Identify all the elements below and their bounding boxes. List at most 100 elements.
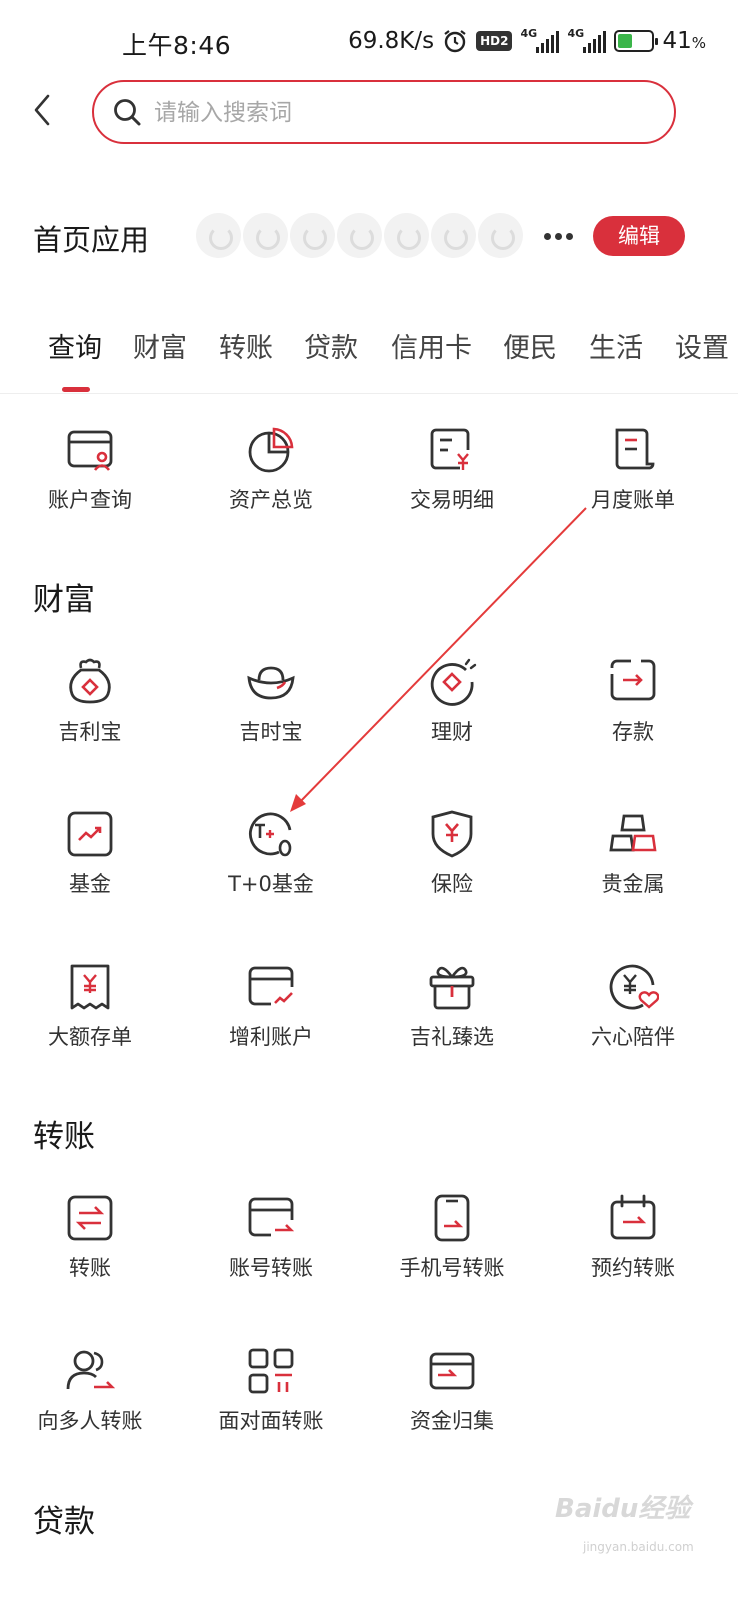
status-time: 上午8:46 <box>122 31 232 60</box>
grid-item-fund-collection[interactable]: 资金归集 <box>362 1345 542 1465</box>
transaction-detail-icon <box>430 428 470 470</box>
grid-item-profit-account[interactable]: 增利账户 <box>181 961 361 1081</box>
money-bag-icon <box>69 658 111 704</box>
battery-icon <box>614 30 659 52</box>
fund-collection-icon <box>429 1352 475 1390</box>
grid-item-multi-transfer[interactable]: 向多人转账 <box>0 1345 180 1465</box>
grid-item-account-query[interactable]: 账户查询 <box>0 424 180 544</box>
grid-item-cunkuan[interactable]: 存款 <box>543 656 723 776</box>
account-transfer-icon <box>248 1197 295 1237</box>
grid-item-label: 账户查询 <box>48 488 132 512</box>
gold-ingot-icon <box>247 666 295 700</box>
grid-item-label: 向多人转账 <box>37 1409 143 1433</box>
grid-item-label: 保险 <box>431 872 473 896</box>
grid-item-asset-overview[interactable]: 资产总览 <box>181 424 361 544</box>
watermark-url: jingyan.baidu.com <box>583 1540 694 1554</box>
fund-icon <box>67 811 113 857</box>
heart-yuan-icon <box>609 964 659 1010</box>
large-deposit-icon <box>70 964 110 1010</box>
home-app-slots <box>196 213 523 258</box>
grid-item-label: 基金 <box>69 872 111 896</box>
grid-item-label: 六心陪伴 <box>591 1025 675 1049</box>
section-title-wealth: 财富 <box>33 582 95 618</box>
watermark-logo: Baidu经验 <box>555 1494 691 1524</box>
account-query-icon <box>67 430 113 471</box>
grid-item-label: 手机号转账 <box>399 1256 505 1280</box>
grid-item-label: 资金归集 <box>410 1409 494 1433</box>
grid-item-label: 转账 <box>69 1256 111 1280</box>
transfer-icon <box>67 1195 113 1241</box>
monthly-bill-icon <box>615 428 655 470</box>
multi-transfer-icon <box>66 1350 116 1390</box>
section-title-transfer: 转账 <box>33 1119 95 1155</box>
gift-icon <box>429 966 475 1010</box>
grid-item-label: 吉利宝 <box>58 720 122 744</box>
precious-metal-icon <box>609 814 657 852</box>
grid-item-scheduled-transfer[interactable]: 预约转账 <box>543 1192 723 1312</box>
insurance-shield-icon <box>431 810 473 858</box>
more-dots-icon[interactable] <box>542 220 574 252</box>
grid-item-label: 吉礼臻选 <box>410 1025 494 1049</box>
grid-item-gift-select[interactable]: 吉礼臻选 <box>362 961 542 1081</box>
grid-item-label: 月度账单 <box>591 488 675 512</box>
scheduled-transfer-icon <box>610 1194 656 1240</box>
hd-voice-badge: HD2 <box>476 31 513 51</box>
grid-item-label: 大额存单 <box>48 1025 132 1049</box>
search-bar[interactable] <box>92 80 676 144</box>
tab-life[interactable]: 生活 <box>589 326 643 365</box>
t0-fund-icon <box>248 812 292 857</box>
signal-strength-icon: 4G <box>520 27 560 53</box>
tab-convenience[interactable]: 便民 <box>503 326 557 365</box>
grid-item-face-to-face-transfer[interactable]: 面对面转账 <box>181 1345 361 1465</box>
grid-item-licai[interactable]: 理财 <box>362 656 542 776</box>
grid-item-label: 贵金属 <box>601 872 665 896</box>
battery-percent: 41% <box>662 28 706 54</box>
grid-item-phone-transfer[interactable]: 手机号转账 <box>362 1192 542 1312</box>
alarm-clock-icon <box>444 30 466 53</box>
grid-item-fund[interactable]: 基金 <box>0 808 180 928</box>
grid-item-transaction-detail[interactable]: 交易明细 <box>362 424 542 544</box>
grid-item-insurance[interactable]: 保险 <box>362 808 542 928</box>
home-app-placeholder <box>337 213 382 258</box>
home-app-placeholder <box>478 213 523 258</box>
home-app-placeholder <box>384 213 429 258</box>
status-bar: 上午8:46 69.8K/s HD2 4G 4G 41% <box>0 0 738 84</box>
grid-item-label: 吉时宝 <box>239 720 303 744</box>
grid-item-label: 资产总览 <box>229 488 313 512</box>
back-arrow-icon[interactable] <box>28 92 62 128</box>
grid-item-label: 增利账户 <box>229 1025 313 1049</box>
grid-item-transfer[interactable]: 转账 <box>0 1192 180 1312</box>
grid-item-large-deposit[interactable]: 大额存单 <box>0 961 180 1081</box>
finance-icon <box>430 658 477 706</box>
grid-item-heart-companion[interactable]: 六心陪伴 <box>543 961 723 1081</box>
search-input[interactable] <box>154 96 654 130</box>
grid-item-monthly-bill[interactable]: 月度账单 <box>543 424 723 544</box>
grid-item-account-transfer[interactable]: 账号转账 <box>181 1192 361 1312</box>
edit-button[interactable]: 编辑 <box>593 216 685 256</box>
home-app-placeholder <box>431 213 476 258</box>
qr-transfer-icon <box>248 1348 294 1394</box>
status-icons: 69.8K/s HD2 4G 4G 41% <box>348 26 706 56</box>
network-speed: 69.8K/s <box>348 28 435 54</box>
active-tab-indicator <box>62 387 90 392</box>
grid-item-jishibao[interactable]: 吉时宝 <box>181 656 361 776</box>
grid-item-label: 交易明细 <box>410 488 494 512</box>
home-app-placeholder <box>243 213 288 258</box>
tab-loan[interactable]: 贷款 <box>304 326 358 365</box>
tab-query[interactable]: 查询 <box>48 326 102 365</box>
search-icon <box>114 99 141 126</box>
phone-transfer-icon <box>434 1194 470 1242</box>
tab-settings[interactable]: 设置 <box>675 326 729 365</box>
grid-item-jilibao[interactable]: 吉利宝 <box>0 656 180 776</box>
tab-wealth[interactable]: 财富 <box>133 326 187 365</box>
grid-item-precious-metal[interactable]: 贵金属 <box>543 808 723 928</box>
grid-item-label: 预约转账 <box>591 1256 675 1280</box>
home-app-placeholder <box>196 213 241 258</box>
home-app-placeholder <box>290 213 335 258</box>
signal-strength-icon: 4G <box>567 27 607 53</box>
tab-transfer[interactable]: 转账 <box>219 326 273 365</box>
category-tabs: 查询 财富 转账 贷款 信用卡 便民 生活 设置 <box>0 310 738 394</box>
grid-item-t0-fund[interactable]: T+0基金 <box>181 808 361 928</box>
deposit-icon <box>610 659 656 701</box>
tab-credit-card[interactable]: 信用卡 <box>391 326 472 365</box>
